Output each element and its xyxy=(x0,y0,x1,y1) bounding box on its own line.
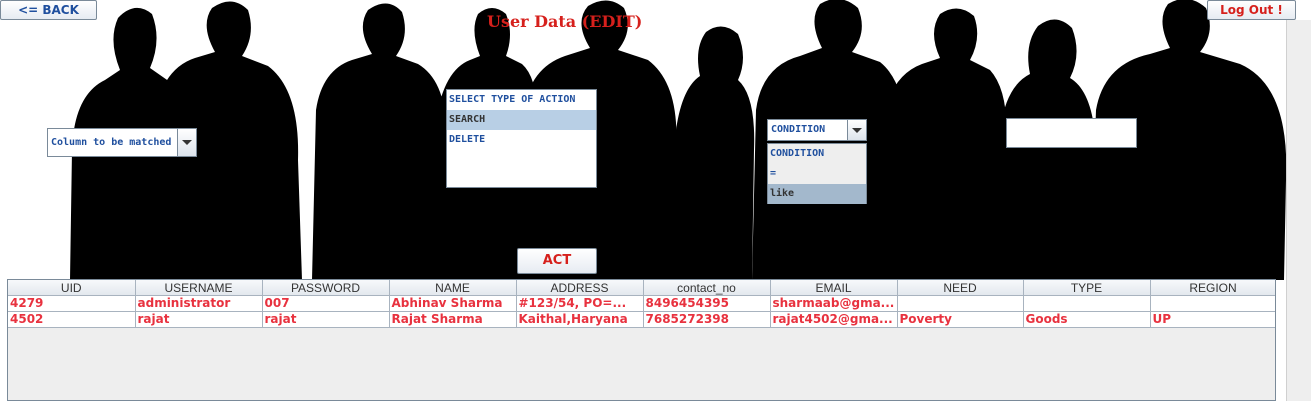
table-row[interactable]: 4502 rajat rajat Rajat Sharma Kaithal,Ha… xyxy=(8,311,1275,328)
action-option-header[interactable]: SELECT TYPE OF ACTION xyxy=(447,90,596,110)
column-header-username[interactable]: USERNAME xyxy=(135,280,263,296)
condition-combo[interactable]: CONDITION xyxy=(767,119,867,141)
page-title: User Data (EDIT) xyxy=(487,12,643,31)
user-data-grid: UID USERNAME PASSWORD NAME ADDRESS conta… xyxy=(8,280,1275,328)
table-cell[interactable]: Kaithal,Haryana xyxy=(516,311,644,328)
action-type-list[interactable]: SELECT TYPE OF ACTION SEARCH DELETE xyxy=(446,89,597,188)
table-cell[interactable]: Poverty xyxy=(897,311,1024,328)
back-button[interactable]: <= BACK xyxy=(0,0,97,20)
table-cell[interactable] xyxy=(1023,295,1151,312)
column-header-name[interactable]: NAME xyxy=(389,280,517,296)
table-cell[interactable]: 4279 xyxy=(8,295,136,312)
column-header-address[interactable]: ADDRESS xyxy=(516,280,644,296)
chevron-down-icon[interactable] xyxy=(847,120,866,140)
table-cell[interactable]: #123/54, PO=... xyxy=(516,295,644,312)
action-option-search[interactable]: SEARCH xyxy=(447,110,596,130)
right-scroll-strip xyxy=(1286,20,1311,401)
table-cell[interactable]: Goods xyxy=(1023,311,1151,328)
chevron-down-icon[interactable] xyxy=(177,129,196,156)
table-cell[interactable]: Rajat Sharma xyxy=(389,311,517,328)
column-header-type[interactable]: TYPE xyxy=(1023,280,1151,296)
column-header-need[interactable]: NEED xyxy=(897,280,1024,296)
table-header-row: UID USERNAME PASSWORD NAME ADDRESS conta… xyxy=(8,280,1275,296)
column-header-uid[interactable]: UID xyxy=(8,280,136,296)
condition-option-condition[interactable]: CONDITION xyxy=(768,144,866,164)
condition-option-like[interactable]: like xyxy=(768,184,866,204)
action-option-delete[interactable]: DELETE xyxy=(447,130,596,150)
logout-button[interactable]: Log Out ! xyxy=(1207,0,1296,20)
table-cell[interactable]: 7685272398 xyxy=(643,311,771,328)
table-cell[interactable]: 007 xyxy=(262,295,390,312)
column-match-combo[interactable]: Column to be matched xyxy=(47,128,197,157)
column-header-region[interactable]: REGION xyxy=(1150,280,1275,296)
user-data-edit-window: <= BACK User Data (EDIT) Log Out ! Colum… xyxy=(0,0,1311,401)
table-row[interactable]: 4279 administrator 007 Abhinav Sharma #1… xyxy=(8,295,1275,312)
condition-option-equals[interactable]: = xyxy=(768,164,866,184)
table-cell[interactable] xyxy=(1150,295,1275,312)
table-cell[interactable]: rajat4502@gma... xyxy=(770,311,898,328)
table-cell[interactable] xyxy=(897,295,1024,312)
user-data-table[interactable]: UID USERNAME PASSWORD NAME ADDRESS conta… xyxy=(7,279,1276,401)
table-cell[interactable]: 8496454395 xyxy=(643,295,771,312)
act-button[interactable]: ACT xyxy=(517,248,597,274)
condition-combo-value: CONDITION xyxy=(771,124,826,135)
column-header-email[interactable]: EMAIL xyxy=(770,280,898,296)
column-match-combo-value: Column to be matched xyxy=(51,137,172,148)
table-cell[interactable]: rajat xyxy=(262,311,390,328)
column-header-contact-no[interactable]: contact_no xyxy=(643,280,771,296)
match-value-input[interactable] xyxy=(1006,118,1137,148)
table-cell[interactable]: 4502 xyxy=(8,311,136,328)
table-cell[interactable]: UP xyxy=(1150,311,1275,328)
table-cell[interactable]: Abhinav Sharma xyxy=(389,295,517,312)
table-cell[interactable]: sharmaab@gma... xyxy=(770,295,898,312)
condition-dropdown-list[interactable]: CONDITION = like xyxy=(767,143,867,204)
table-cell[interactable]: administrator xyxy=(135,295,263,312)
table-cell[interactable]: rajat xyxy=(135,311,263,328)
column-header-password[interactable]: PASSWORD xyxy=(262,280,390,296)
